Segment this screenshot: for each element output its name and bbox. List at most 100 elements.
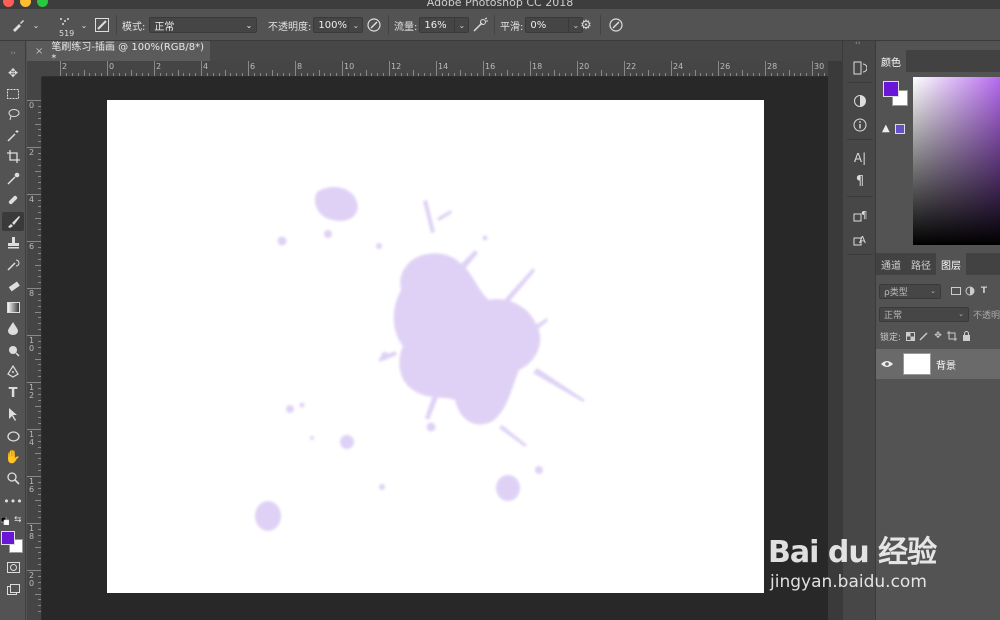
layer-visibility-eye-icon[interactable]	[876, 358, 898, 371]
lock-all-icon[interactable]	[959, 329, 973, 343]
opacity-slider-chevron-icon[interactable]: ⌄	[349, 17, 364, 33]
ruler-minor-tick	[242, 73, 244, 76]
brush-tool-preset-icon[interactable]	[10, 17, 26, 33]
ruler-minor-tick	[206, 73, 208, 76]
ruler-minor-tick	[283, 73, 285, 76]
clone-stamp-tool-icon[interactable]	[2, 233, 24, 252]
healing-brush-tool-icon[interactable]	[2, 190, 24, 209]
tab-channels[interactable]: 通道	[876, 253, 906, 275]
filter-type-layers-icon[interactable]: T	[977, 284, 991, 298]
adjustments-panel-icon[interactable]	[850, 91, 870, 111]
path-selection-tool-icon[interactable]	[2, 405, 24, 424]
brush-tip-icon[interactable]	[58, 14, 74, 30]
ruler-minor-tick	[142, 73, 144, 76]
lock-position-icon[interactable]: ✥	[931, 329, 945, 343]
layer-blend-mode-select[interactable]: 正常 ⌄	[879, 306, 969, 322]
color-spectrum-picker[interactable]	[913, 77, 1000, 245]
hand-tool-icon[interactable]: ✋	[2, 448, 24, 467]
history-brush-tool-icon[interactable]	[2, 255, 24, 274]
ruler-minor-tick	[782, 73, 784, 76]
blur-tool-icon[interactable]	[2, 319, 24, 338]
magic-wand-tool-icon[interactable]	[2, 126, 24, 145]
tab-layers[interactable]: 图层	[936, 253, 966, 275]
ruler-minor-tick	[38, 346, 41, 348]
document-tab[interactable]: × 笔刷练习-插画 @ 100%(RGB/8*) *	[27, 41, 210, 64]
ruler-minor-tick	[38, 158, 41, 160]
ruler-minor-tick	[500, 73, 502, 76]
foreground-color-swatch[interactable]	[1, 531, 15, 545]
opacity-input[interactable]: 100%	[313, 17, 350, 33]
character-styles-icon[interactable]: A	[850, 229, 870, 249]
color-panel-foreground-swatch[interactable]	[883, 81, 899, 97]
vertical-scrollbar[interactable]	[828, 61, 842, 620]
mode-value: 正常	[154, 21, 175, 33]
eraser-tool-icon[interactable]	[2, 277, 24, 296]
filter-pixel-layers-icon[interactable]	[949, 284, 963, 298]
pen-tool-icon[interactable]	[2, 362, 24, 381]
layer-row-background[interactable]: 背景	[876, 349, 1000, 379]
move-tool-icon[interactable]: ✥	[2, 63, 24, 82]
close-document-icon[interactable]: ×	[35, 46, 43, 57]
zoom-tool-icon[interactable]	[2, 469, 24, 488]
pressure-opacity-icon[interactable]	[366, 17, 382, 33]
quick-mask-icon[interactable]	[2, 558, 24, 577]
out-of-gamut-warning-icon[interactable]: ▲	[882, 123, 890, 134]
smoothing-options-gear-icon[interactable]: ⚙	[578, 17, 594, 33]
filter-adjustment-layers-icon[interactable]	[963, 284, 977, 298]
layer-kind-filter-select[interactable]: ρ类型 ⌄	[879, 283, 941, 299]
smoothing-input[interactable]: 0%	[525, 17, 570, 33]
toolbar-collapse-icon[interactable]: ››	[2, 43, 24, 62]
screen-mode-icon[interactable]	[2, 580, 24, 599]
eyedropper-tool-icon[interactable]	[2, 169, 24, 188]
dodge-tool-icon[interactable]	[2, 341, 24, 360]
pressure-size-icon[interactable]	[608, 17, 624, 33]
character-panel-icon[interactable]: A|	[850, 148, 870, 168]
lasso-tool-icon[interactable]	[2, 105, 24, 124]
history-panel-icon[interactable]	[850, 58, 870, 78]
vertical-ruler[interactable]: 0 2 4 6 8 10 12 14 16 18 20	[27, 77, 42, 620]
ellipse-tool-icon[interactable]	[2, 427, 24, 446]
brush-settings-panel-icon[interactable]	[94, 17, 110, 33]
airbrush-icon[interactable]	[472, 17, 488, 33]
ruler-minor-tick	[38, 370, 41, 372]
tab-paths[interactable]: 路径	[906, 253, 936, 275]
type-tool-icon[interactable]: T	[2, 384, 24, 403]
more-tools-icon[interactable]: •••	[2, 492, 24, 511]
gradient-tool-icon[interactable]	[2, 298, 24, 317]
lock-transparent-pixels-icon[interactable]	[903, 329, 917, 343]
lock-image-pixels-icon[interactable]	[917, 329, 931, 343]
dock-collapse-icon[interactable]: ‹‹	[855, 39, 861, 47]
marquee-tool-icon[interactable]	[2, 84, 24, 103]
ruler-minor-tick	[665, 73, 667, 76]
ruler-origin[interactable]	[27, 61, 42, 77]
default-colors-icon[interactable]	[0, 516, 10, 526]
paragraph-styles-icon[interactable]: ¶	[850, 205, 870, 225]
paragraph-panel-icon[interactable]: ¶	[850, 171, 870, 191]
tab-color[interactable]: 颜色	[876, 50, 906, 72]
ruler-minor-tick	[124, 73, 126, 76]
flow-input[interactable]: 16%	[419, 17, 456, 33]
ruler-minor-tick	[441, 73, 443, 76]
ruler-minor-tick	[38, 411, 41, 413]
mode-select[interactable]: 正常 ⌄	[149, 17, 258, 33]
horizontal-ruler[interactable]: 2 0 2 4 6 8 10 12 14 16 18 20 22 24 26 28 30	[42, 61, 828, 77]
ruler-minor-tick	[177, 70, 179, 76]
info-panel-icon[interactable]	[850, 115, 870, 135]
ruler-minor-tick	[35, 170, 41, 172]
lock-artboard-icon[interactable]	[945, 329, 959, 343]
ruler-label: 12	[29, 383, 35, 400]
flow-slider-chevron-icon[interactable]: ⌄	[455, 17, 470, 33]
ruler-label: 8	[29, 289, 35, 298]
ruler-minor-tick	[35, 123, 41, 125]
ruler-minor-tick	[159, 73, 161, 76]
preset-dropdown-chevron-icon[interactable]: ⌄	[28, 17, 44, 33]
layer-thumbnail	[903, 353, 931, 375]
brush-picker-chevron-icon[interactable]: ⌄	[76, 17, 92, 33]
gamut-corrected-swatch[interactable]	[895, 124, 905, 134]
crop-tool-icon[interactable]	[2, 147, 24, 166]
canvas-area[interactable]	[42, 77, 828, 620]
brush-tool-icon[interactable]	[2, 212, 24, 231]
document-canvas[interactable]	[107, 100, 764, 593]
ruler-minor-tick	[641, 73, 643, 76]
swap-colors-icon[interactable]: ⇆	[14, 515, 22, 525]
